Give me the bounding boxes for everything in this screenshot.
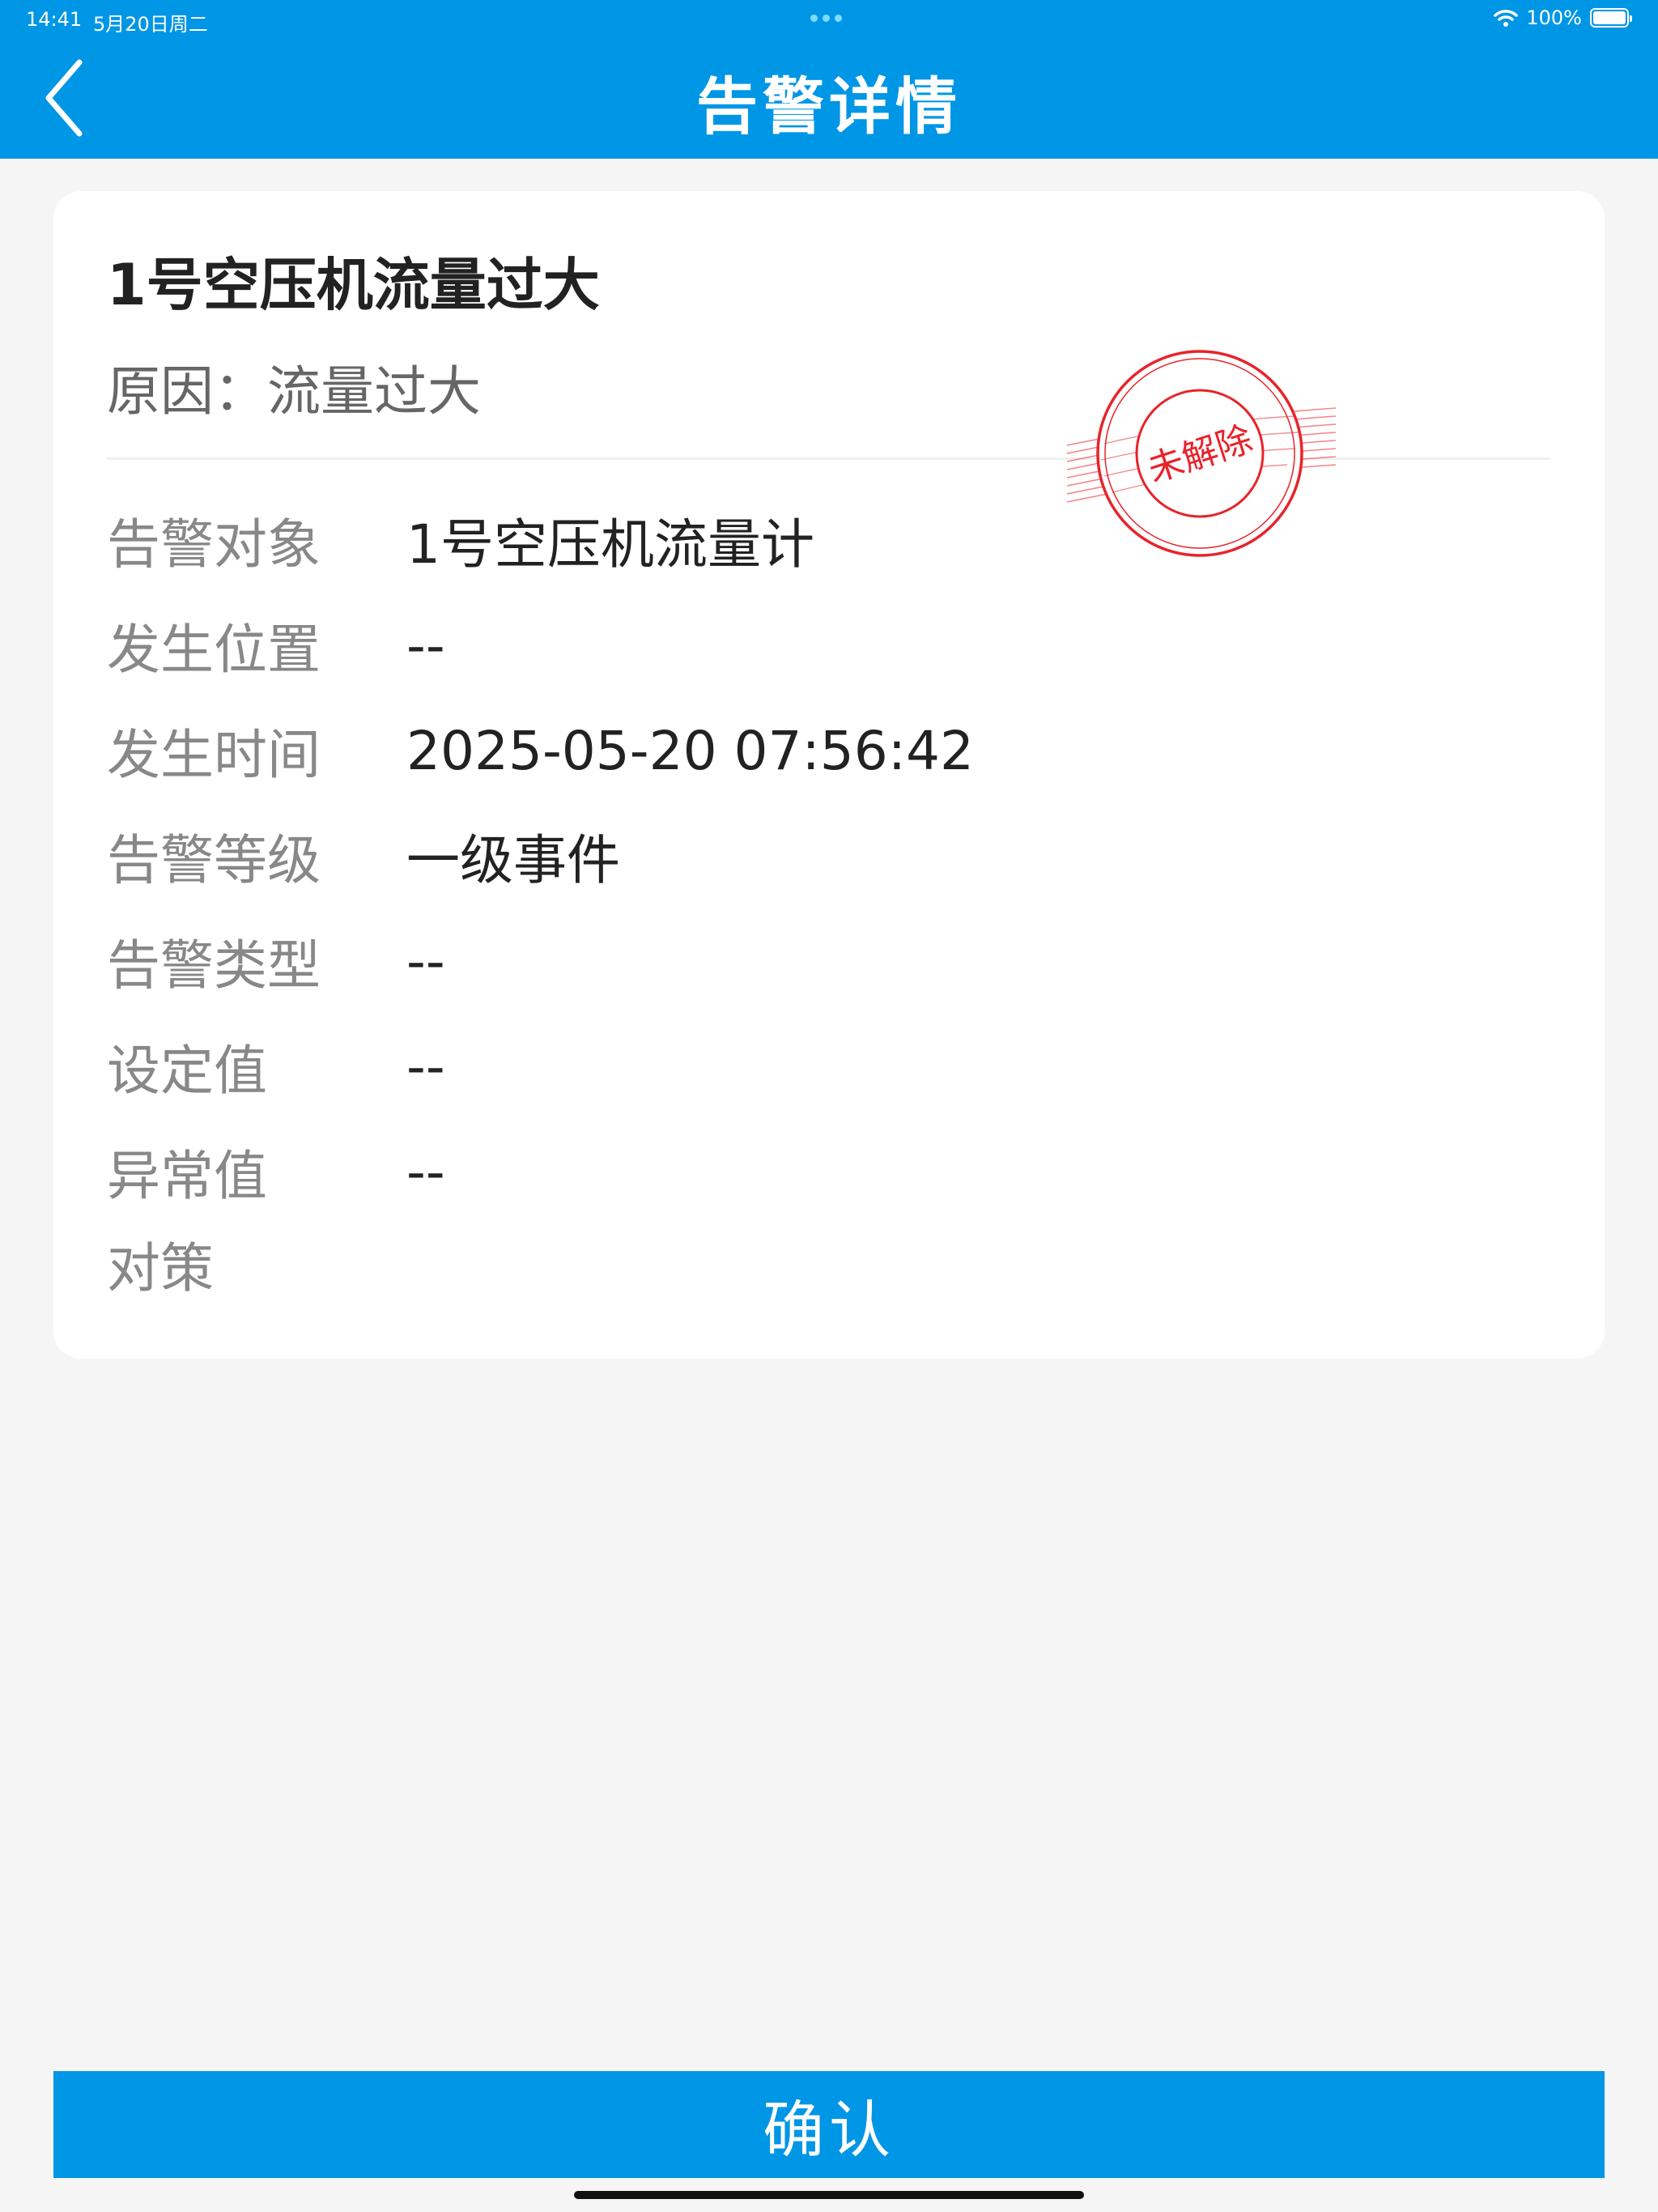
multitasking-dots-icon[interactable] — [810, 15, 842, 22]
field-value: 1号空压机流量计 — [406, 513, 814, 576]
field-label: 告警类型 — [107, 934, 321, 997]
page-title: 告警详情 — [696, 70, 962, 143]
field-row-abnormal-value: 异常值 -- — [107, 1135, 445, 1208]
field-label: 告警对象 — [107, 513, 321, 576]
field-row-type: 告警类型 -- — [107, 925, 445, 998]
battery-icon — [1590, 8, 1632, 28]
field-label: 发生位置 — [107, 619, 321, 681]
field-row-alarm-object: 告警对象 1号空压机流量计 — [107, 504, 814, 576]
field-label: 对策 — [107, 1237, 214, 1300]
home-indicator[interactable] — [574, 2191, 1084, 2199]
alarm-title: 1号空压机流量过大 — [107, 252, 600, 318]
field-row-level: 告警等级 一级事件 — [107, 819, 620, 892]
status-indicators: 100% — [1494, 6, 1632, 29]
unresolved-stamp: 未解除 — [1066, 350, 1337, 557]
status-time: 14:41 — [26, 8, 83, 31]
field-row-setpoint: 设定值 -- — [107, 1030, 445, 1103]
field-row-countermeasure: 对策 — [107, 1227, 406, 1300]
field-value: -- — [406, 1140, 445, 1203]
battery-percent: 100% — [1526, 6, 1582, 29]
field-row-time: 发生时间 2025-05-20 07:56:42 — [107, 714, 974, 787]
navigation-bar: 14:41 5月20日周二 100% 告警详情 — [0, 0, 1658, 159]
wifi-icon — [1494, 10, 1519, 27]
field-label: 异常值 — [107, 1145, 267, 1207]
alarm-detail-card: 1号空压机流量过大 原因：流量过大 未解除 告警对象 1号空压机流量计 发生位置 — [53, 191, 1605, 1359]
field-value: 一级事件 — [406, 829, 620, 891]
field-value: 2025-05-20 07:56:42 — [406, 719, 974, 782]
field-label: 告警等级 — [107, 829, 321, 891]
confirm-button[interactable]: 确认 — [53, 2071, 1605, 2178]
alarm-reason: 原因：流量过大 — [107, 360, 481, 423]
status-date: 5月20日周二 — [93, 13, 208, 36]
field-label: 发生时间 — [107, 724, 321, 786]
field-value: -- — [406, 614, 445, 677]
field-label: 设定值 — [107, 1040, 267, 1102]
field-value: -- — [406, 929, 445, 993]
field-value: -- — [406, 1035, 445, 1098]
field-row-location: 发生位置 -- — [107, 609, 445, 682]
